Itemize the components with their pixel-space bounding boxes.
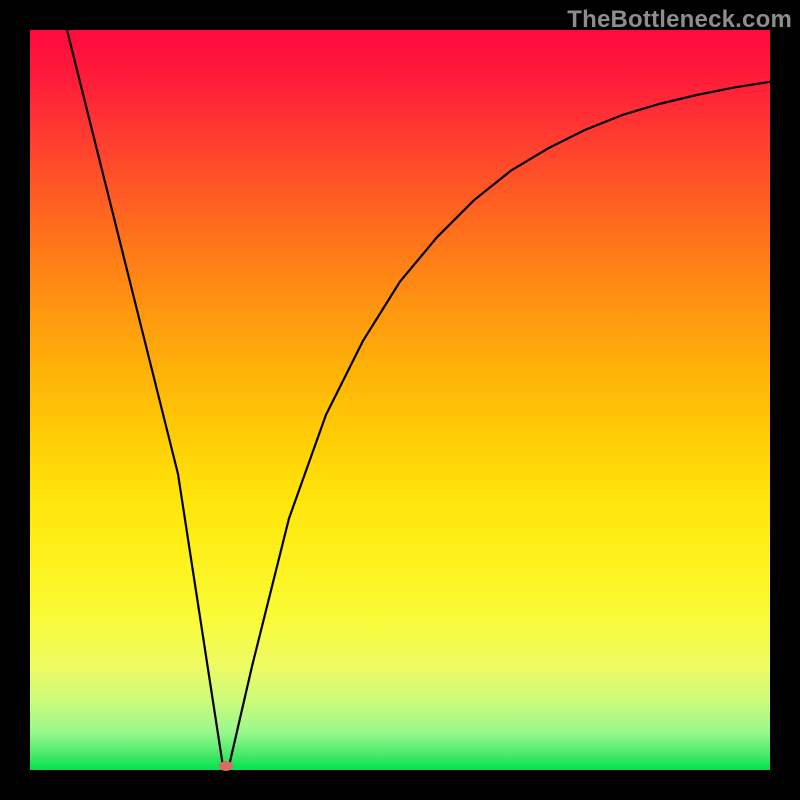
chart-frame: TheBottleneck.com	[0, 0, 800, 800]
curve-path	[67, 30, 770, 763]
watermark-text: TheBottleneck.com	[567, 6, 792, 34]
curve-svg	[30, 30, 770, 770]
minimum-marker	[219, 761, 233, 771]
plot-area	[30, 30, 770, 770]
